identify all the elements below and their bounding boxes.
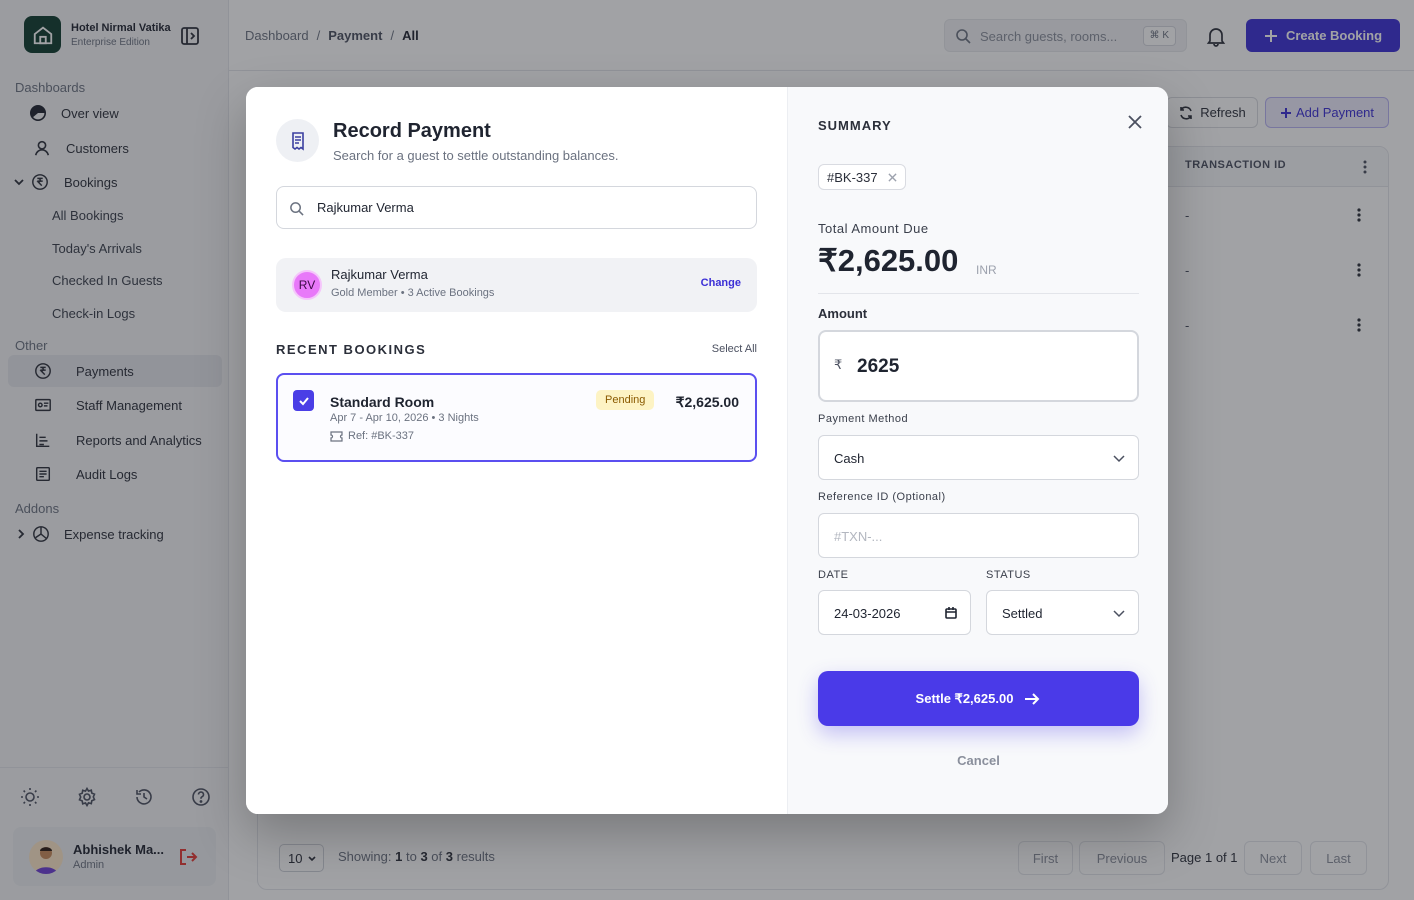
booking-checkbox[interactable] bbox=[293, 390, 314, 411]
modal-summary-panel: SUMMARY #BK-337 Total Amount Due ₹2,625.… bbox=[787, 87, 1168, 814]
payment-method-value: Cash bbox=[834, 451, 865, 466]
app-root: Hotel Nirmal Vatika Enterprise Edition D… bbox=[0, 0, 1414, 900]
summary-title: SUMMARY bbox=[818, 118, 892, 133]
reference-id-placeholder: #TXN-... bbox=[834, 529, 883, 544]
booking-room: Standard Room bbox=[330, 394, 435, 410]
amount-value: 2625 bbox=[857, 356, 900, 377]
booking-ref-text: Ref: #BK-337 bbox=[348, 430, 415, 442]
divider bbox=[818, 293, 1139, 294]
status-value: Settled bbox=[1002, 606, 1043, 621]
date-label: DATE bbox=[818, 569, 849, 581]
date-input[interactable]: 24-03-2026 bbox=[818, 590, 971, 635]
total-due-currency: INR bbox=[976, 263, 997, 277]
guest-name: Rajkumar Verma bbox=[331, 267, 428, 282]
status-label: STATUS bbox=[986, 569, 1031, 581]
recent-bookings-title: RECENT BOOKINGS bbox=[276, 342, 427, 357]
payment-method-select[interactable]: Cash bbox=[818, 435, 1139, 480]
booking-chip-label: #BK-337 bbox=[827, 169, 878, 185]
guest-search-input[interactable]: Rajkumar Verma bbox=[276, 186, 757, 229]
reference-id-label: Reference ID (Optional) bbox=[818, 491, 946, 503]
modal-left-panel: Record Payment Search for a guest to set… bbox=[246, 87, 787, 814]
receipt-icon bbox=[276, 119, 319, 162]
guest-avatar: RV bbox=[292, 270, 322, 300]
booking-amount: ₹2,625.00 bbox=[675, 394, 739, 410]
total-due-value: ₹2,625.00 bbox=[818, 243, 959, 278]
calendar-icon[interactable] bbox=[944, 606, 958, 620]
check-icon bbox=[298, 396, 309, 405]
settle-button[interactable]: Settle ₹2,625.00 bbox=[818, 671, 1139, 726]
change-guest-link[interactable]: Change bbox=[701, 277, 741, 289]
payment-method-label: Payment Method bbox=[818, 413, 909, 425]
guest-search-value: Rajkumar Verma bbox=[317, 200, 414, 215]
amount-input[interactable]: ₹ 2625 bbox=[818, 330, 1139, 402]
selected-guest-card: RV Rajkumar Verma Gold Member • 3 Active… bbox=[276, 258, 757, 312]
search-icon bbox=[290, 202, 304, 216]
chevron-down-icon bbox=[1113, 610, 1125, 618]
modal-subtitle: Search for a guest to settle outstanding… bbox=[333, 148, 619, 163]
settle-label: Settle ₹2,625.00 bbox=[915, 690, 1014, 706]
select-all-link[interactable]: Select All bbox=[712, 343, 757, 355]
booking-chip: #BK-337 bbox=[818, 164, 906, 190]
booking-ref: Ref: #BK-337 bbox=[330, 430, 414, 442]
reference-id-input[interactable]: #TXN-... bbox=[818, 513, 1139, 558]
amount-currency-symbol: ₹ bbox=[834, 357, 843, 372]
guest-meta: Gold Member • 3 Active Bookings bbox=[331, 287, 495, 299]
amount-label: Amount bbox=[818, 306, 868, 321]
arrow-right-icon bbox=[1025, 692, 1040, 705]
remove-chip-icon[interactable] bbox=[888, 172, 897, 182]
booking-dates: Apr 7 - Apr 10, 2026 • 3 Nights bbox=[330, 412, 479, 424]
close-icon[interactable] bbox=[1125, 112, 1145, 132]
ticket-icon bbox=[330, 430, 343, 442]
modal-title: Record Payment bbox=[333, 120, 491, 142]
booking-card[interactable]: Standard Room Apr 7 - Apr 10, 2026 • 3 N… bbox=[276, 373, 757, 462]
date-value: 24-03-2026 bbox=[834, 606, 901, 621]
status-badge: Pending bbox=[596, 390, 655, 410]
record-payment-modal: Record Payment Search for a guest to set… bbox=[246, 87, 1168, 814]
status-select[interactable]: Settled bbox=[986, 590, 1139, 635]
total-due-label: Total Amount Due bbox=[818, 221, 929, 236]
cancel-button[interactable]: Cancel bbox=[818, 753, 1139, 768]
chevron-down-icon bbox=[1113, 455, 1125, 463]
